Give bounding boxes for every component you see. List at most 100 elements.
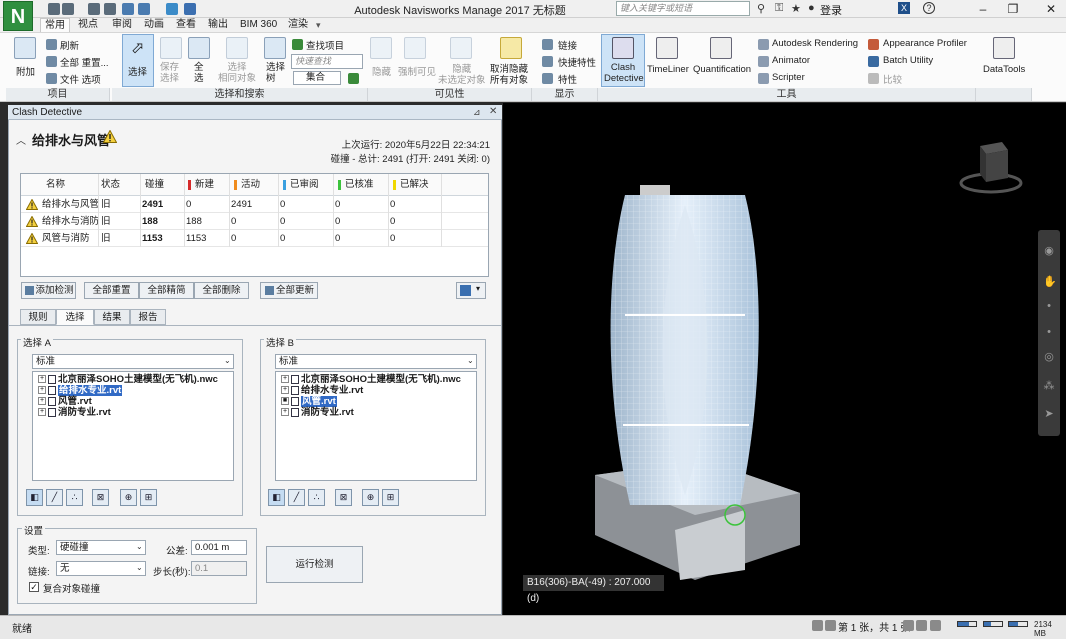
manage-sets-icon[interactable] [348, 73, 359, 84]
append-button[interactable]: 附加 [16, 64, 35, 78]
quantification-button[interactable]: Quantification [693, 64, 751, 75]
lines-toggle-icon[interactable]: ╱ [46, 489, 63, 506]
type-dropdown[interactable]: 硬碰撞 [56, 540, 146, 555]
tab-home[interactable]: 常用 [40, 18, 70, 32]
animator-button[interactable]: Animator [772, 55, 810, 66]
delete-all-button[interactable]: 全部删除 [194, 282, 249, 299]
refresh-button[interactable]: 刷新 [60, 38, 79, 52]
col-new[interactable]: 新建 [195, 175, 214, 195]
walk-icon[interactable]: ⁂ [1043, 380, 1055, 392]
points-toggle-icon[interactable]: ∴ [308, 489, 325, 506]
redo-icon[interactable] [138, 3, 150, 15]
tree-item[interactable]: ■ 风管.rvt [281, 396, 337, 407]
timeliner-button[interactable]: TimeLiner [647, 64, 689, 75]
use-current-selection-icon[interactable]: ⊕ [120, 489, 137, 506]
tree-item[interactable]: + 消防专业.rvt [281, 407, 354, 418]
expand-icon[interactable]: + [281, 375, 289, 384]
step-input[interactable]: 0.1 [191, 561, 247, 576]
last-sheet-icon[interactable] [916, 620, 927, 631]
tree-item[interactable]: + 北京丽泽SOHO土建模型(无飞机).nwc [38, 374, 218, 385]
quick-properties-button[interactable]: 快捷特性 [558, 55, 596, 69]
first-sheet-icon[interactable] [812, 620, 823, 631]
unhide-all-button[interactable]: 取消隐藏 所有对象 [490, 64, 528, 86]
help-search-input[interactable]: 键入关键字或短语 [616, 1, 750, 16]
look-icon[interactable]: ◎ [1043, 351, 1055, 363]
communication-center-icon[interactable]: ⚿ [775, 2, 783, 15]
exchange-apps-icon[interactable]: X [898, 2, 910, 14]
col-name[interactable]: 名称 [46, 175, 65, 195]
next-sheet-icon[interactable] [903, 620, 914, 631]
expand-icon[interactable]: + [38, 375, 46, 384]
tab-output[interactable]: 输出 [204, 18, 232, 32]
maximize-button[interactable]: ❐ [998, 0, 1028, 18]
steering-wheel-icon[interactable]: ◉ [1043, 245, 1055, 257]
tab-bim360[interactable]: BIM 360 [236, 18, 281, 32]
zoom-icon[interactable]: • [1043, 300, 1055, 312]
surfaces-toggle-icon[interactable]: ◧ [268, 489, 285, 506]
quick-find-input[interactable]: 快速查找 [291, 54, 363, 69]
points-toggle-icon[interactable]: ∴ [66, 489, 83, 506]
tree-item[interactable]: + 北京丽泽SOHO土建模型(无飞机).nwc [281, 374, 461, 385]
test-name[interactable]: 给排水与消防 [42, 213, 99, 230]
expand-icon[interactable]: + [38, 397, 46, 406]
selection-b-mode-dropdown[interactable]: 标准 [275, 354, 477, 369]
find-items-button[interactable]: 查找项目 [306, 38, 344, 52]
refresh-icon[interactable] [166, 3, 178, 15]
tolerance-input[interactable]: 0.001 m [191, 540, 247, 555]
new-file-icon[interactable] [48, 3, 60, 15]
autodesk-rendering-button[interactable]: Autodesk Rendering [772, 38, 858, 49]
select-in-scene-icon[interactable]: ⊞ [140, 489, 157, 506]
user-icon[interactable]: ● [808, 2, 815, 14]
undo-icon[interactable] [122, 3, 134, 15]
tab-overflow-icon[interactable]: ▾ [316, 20, 321, 31]
compact-all-button[interactable]: 全部精简 [139, 282, 194, 299]
close-button[interactable]: ✕ [1036, 0, 1066, 18]
viewcube[interactable] [958, 138, 1024, 198]
selection-tree-button[interactable]: 选择 树 [266, 62, 285, 84]
table-row[interactable] [21, 230, 488, 247]
hide-unselected-button[interactable]: 隐藏 未选定对象 [438, 64, 486, 86]
panel-close-icon[interactable]: ✕ [489, 106, 497, 117]
self-intersect-icon[interactable]: ⊠ [335, 489, 352, 506]
append-icon[interactable] [14, 37, 36, 59]
batch-utility-button[interactable]: Batch Utility [883, 55, 933, 66]
tree-item[interactable]: + 给排水专业.rvt [281, 385, 363, 396]
tab-viewpoint[interactable]: 视点 [74, 18, 102, 32]
col-reviewed[interactable]: 已审阅 [290, 175, 319, 195]
select-all-button[interactable]: 全 选 [194, 62, 204, 84]
select-arrow-icon[interactable]: ➤ [1043, 408, 1055, 420]
tab-report[interactable]: 报告 [130, 309, 166, 325]
col-status[interactable]: 状态 [101, 175, 120, 195]
col-active[interactable]: 活动 [241, 175, 260, 195]
select-in-scene-icon[interactable]: ⊞ [382, 489, 399, 506]
sheet-browser-icon[interactable] [930, 620, 941, 631]
links-button[interactable]: 链接 [558, 38, 577, 52]
signin-link[interactable]: 登录 [820, 2, 842, 18]
help-icon[interactable]: ? [923, 2, 935, 14]
surfaces-toggle-icon[interactable]: ◧ [26, 489, 43, 506]
tree-item[interactable]: + 消防专业.rvt [38, 407, 111, 418]
col-clashes[interactable]: 碰撞 [145, 175, 164, 195]
expand-icon[interactable]: + [281, 408, 289, 417]
use-current-selection-icon[interactable]: ⊕ [362, 489, 379, 506]
tab-animation[interactable]: 动画 [140, 18, 168, 32]
lines-toggle-icon[interactable]: ╱ [288, 489, 305, 506]
previous-sheet-icon[interactable] [825, 620, 836, 631]
expand-icon[interactable]: + [38, 386, 46, 395]
pan-hand-icon[interactable]: ✋ [1043, 276, 1057, 288]
run-test-button[interactable]: 运行检测 [266, 546, 363, 583]
sets-dropdown[interactable]: 集合 [293, 71, 341, 85]
col-resolved[interactable]: 已解决 [400, 175, 429, 195]
select-same-button[interactable]: 选择 相同对象 [218, 62, 256, 84]
selection-a-mode-dropdown[interactable]: 标准 [32, 354, 234, 369]
pin-icon[interactable]: ⊿ [473, 107, 481, 118]
hide-button[interactable]: 隐藏 [372, 64, 391, 78]
require-button[interactable]: 强制可见 [398, 64, 436, 78]
select-cursor-icon[interactable] [184, 3, 196, 15]
orbit-icon[interactable]: • [1043, 326, 1055, 338]
reset-all-button[interactable]: 全部 重置... [60, 55, 109, 69]
file-options-button[interactable]: 文件 选项 [60, 72, 101, 86]
print-icon[interactable] [104, 3, 116, 15]
tab-render[interactable]: 渲染 [284, 18, 312, 32]
tree-item[interactable]: + 给排水专业.rvt [38, 385, 123, 396]
